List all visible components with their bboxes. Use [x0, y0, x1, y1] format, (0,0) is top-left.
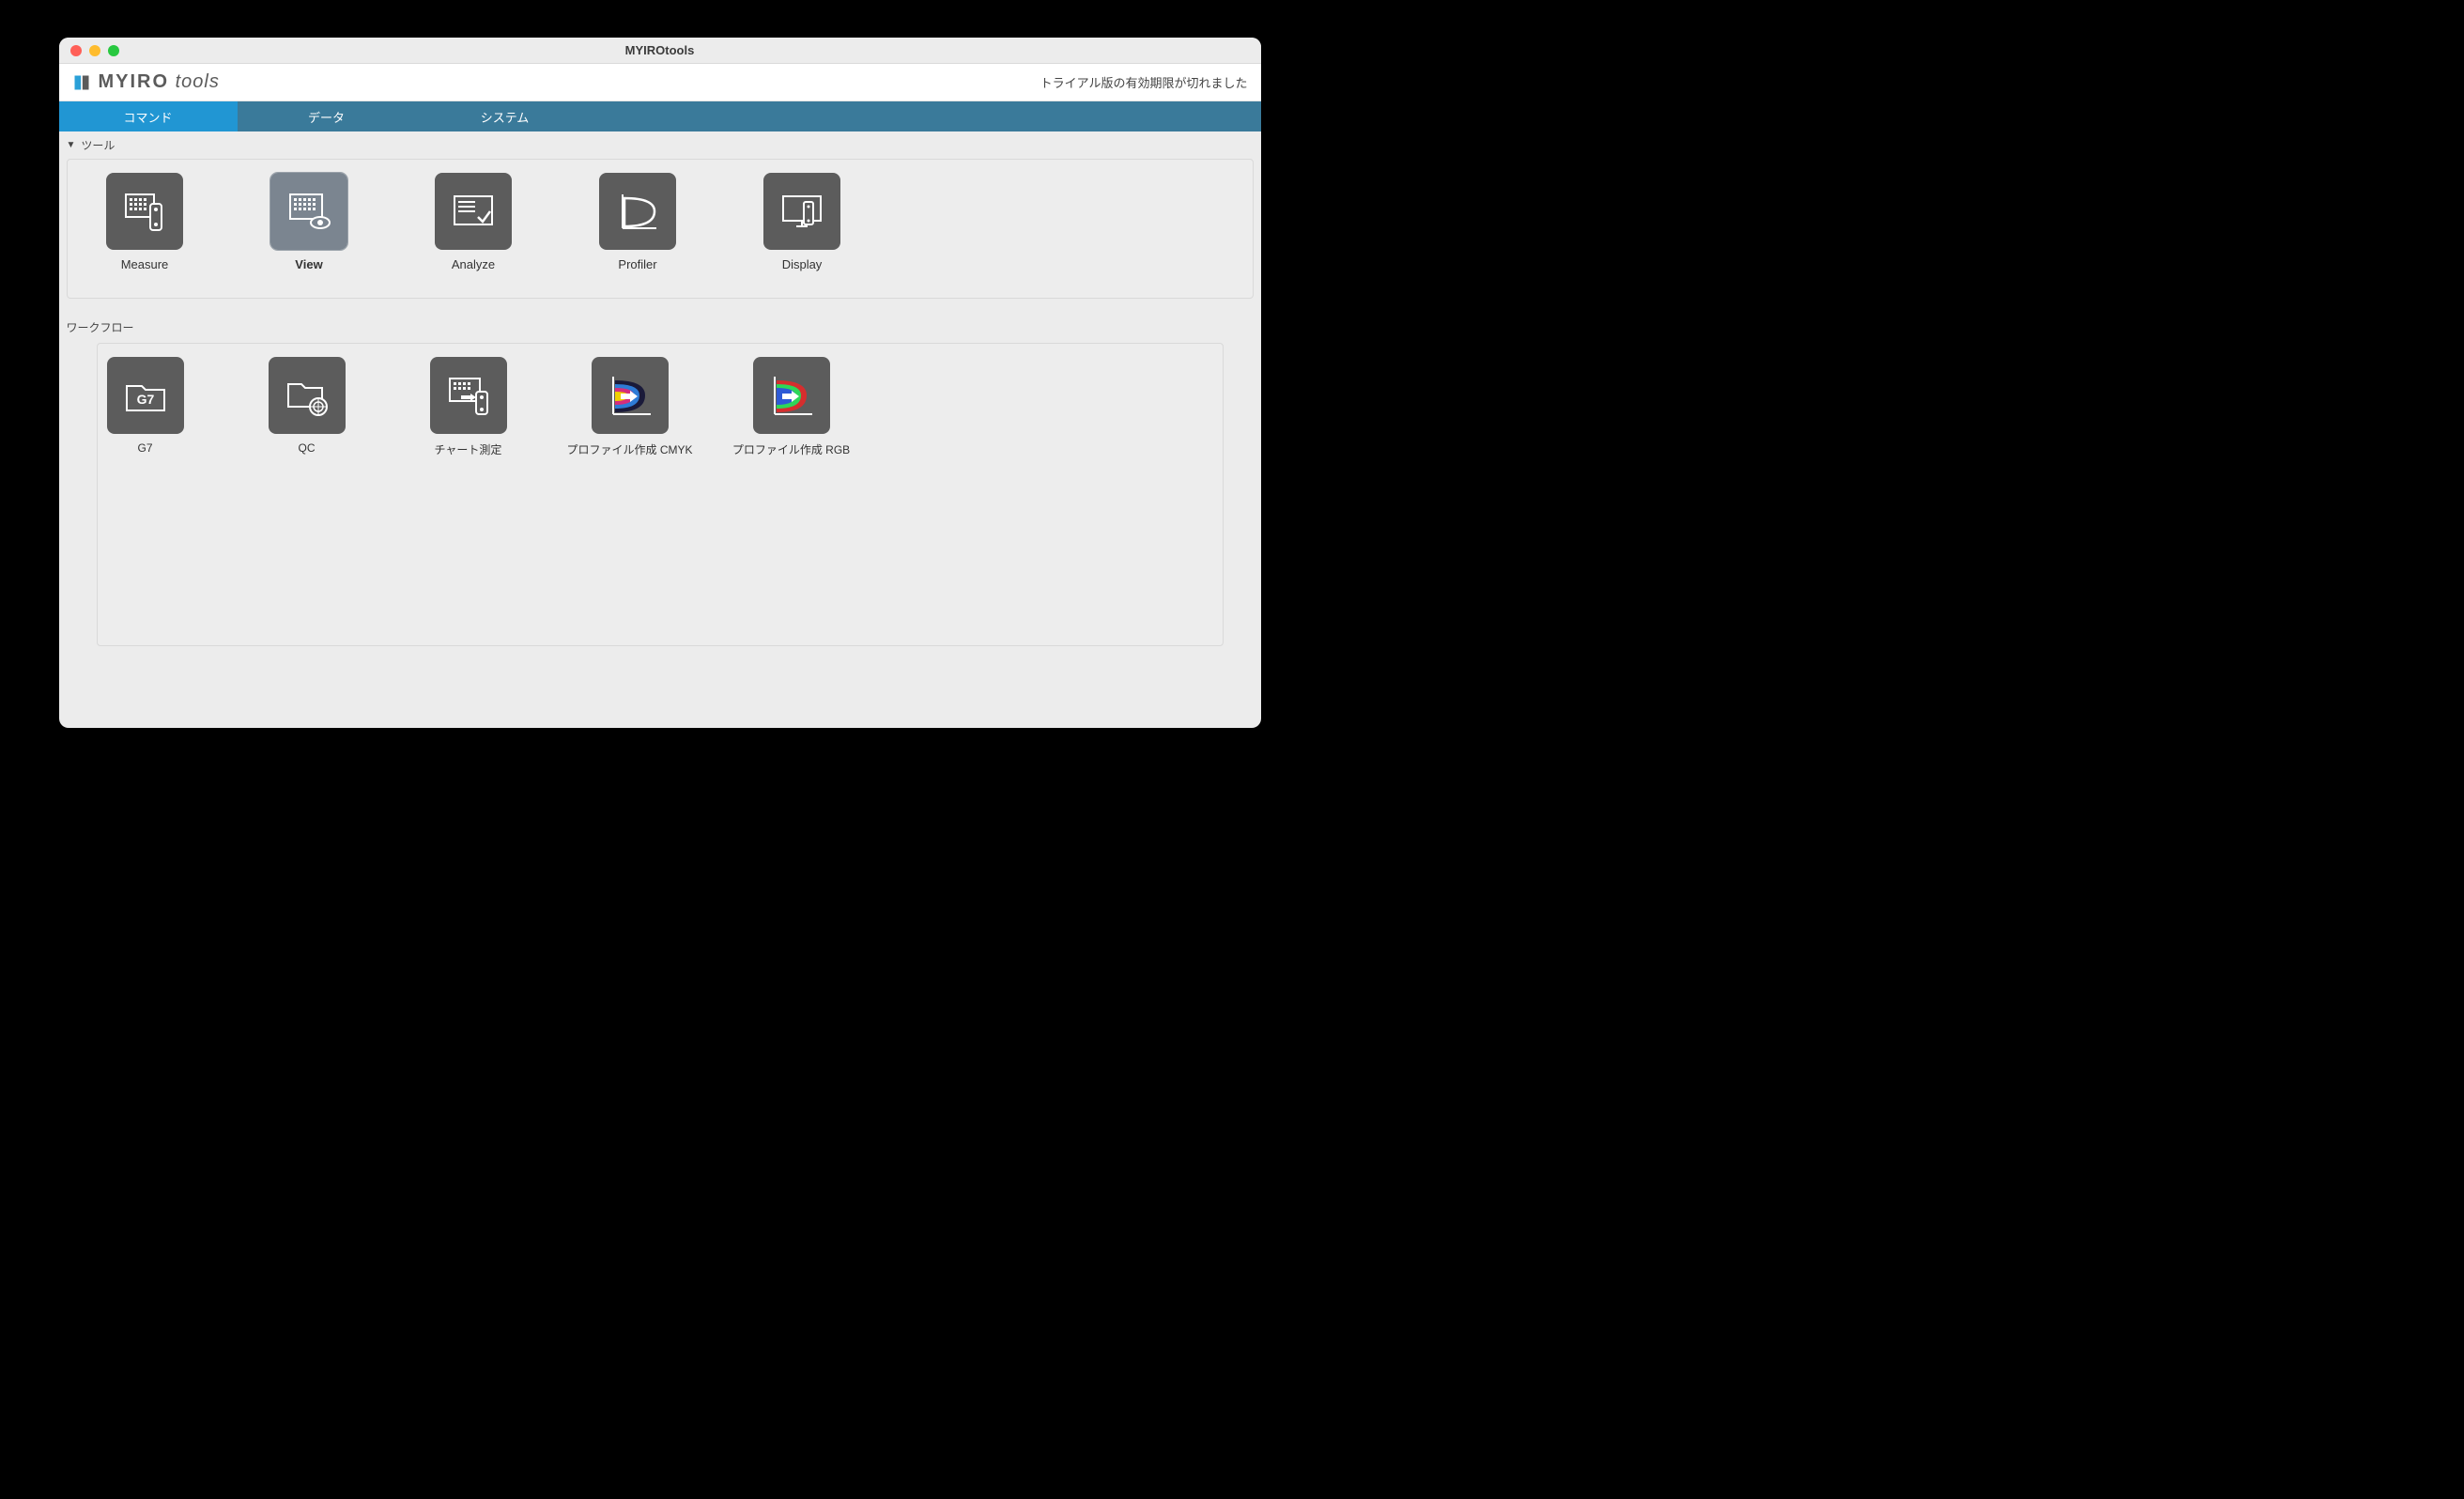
- titlebar: MYIROtools: [59, 38, 1261, 64]
- qc-label: QC: [299, 441, 316, 455]
- workflow-chart-measure[interactable]: チャート測定: [430, 357, 507, 457]
- minimize-button[interactable]: [89, 45, 100, 56]
- close-button[interactable]: [70, 45, 82, 56]
- workflow-panel: G7 G7 QC: [97, 343, 1224, 646]
- app-window: MYIROtools MYIRO tools トライアル版の有効期限が切れました…: [59, 38, 1261, 728]
- window-title: MYIROtools: [59, 43, 1261, 57]
- content-area: ▼ ツール: [59, 131, 1261, 728]
- traffic-lights: [59, 45, 119, 56]
- brand-logo-icon: [72, 73, 91, 92]
- trial-expired-text: トライアル版の有効期限が切れました: [1040, 73, 1248, 91]
- workflow-profile-cmyk[interactable]: プロファイル作成 CMYK: [592, 357, 669, 457]
- g7-folder-icon: G7: [107, 357, 184, 434]
- brand-text: MYIRO tools: [99, 71, 220, 93]
- tab-data[interactable]: データ: [238, 101, 416, 131]
- analyze-icon: [435, 173, 512, 250]
- tools-section-label: ツール: [81, 137, 115, 153]
- tab-bar: コマンド データ システム: [59, 101, 1261, 131]
- workflow-g7[interactable]: G7 G7: [107, 357, 184, 457]
- brand-name-bold: MYIRO: [99, 71, 170, 92]
- chart-measure-label: チャート測定: [435, 441, 502, 457]
- measure-label: Measure: [121, 257, 169, 271]
- profile-rgb-label: プロファイル作成 RGB: [732, 441, 850, 457]
- svg-text:G7: G7: [136, 392, 154, 407]
- qc-folder-icon: [269, 357, 346, 434]
- measure-icon: [106, 173, 183, 250]
- analyze-label: Analyze: [452, 257, 495, 271]
- tool-measure[interactable]: Measure: [105, 173, 185, 271]
- tool-view[interactable]: View: [270, 173, 349, 271]
- brand-name-sub: tools: [176, 71, 220, 92]
- g7-label: G7: [137, 441, 152, 455]
- view-icon: [270, 173, 347, 250]
- workflow-profile-rgb[interactable]: プロファイル作成 RGB: [753, 357, 830, 457]
- chart-measure-icon: [430, 357, 507, 434]
- maximize-button[interactable]: [108, 45, 119, 56]
- display-icon: [763, 173, 840, 250]
- tab-command[interactable]: コマンド: [59, 101, 238, 131]
- brand-left: MYIRO tools: [72, 71, 220, 93]
- tools-panel: Measure View: [67, 159, 1254, 299]
- tab-system[interactable]: システム: [416, 101, 594, 131]
- profiler-label: Profiler: [618, 257, 656, 271]
- tool-profiler[interactable]: Profiler: [598, 173, 678, 271]
- profiler-icon: [599, 173, 676, 250]
- brand-bar: MYIRO tools トライアル版の有効期限が切れました: [59, 64, 1261, 101]
- tool-display[interactable]: Display: [762, 173, 842, 271]
- profile-rgb-icon: [753, 357, 830, 434]
- view-label: View: [295, 257, 322, 271]
- profile-cmyk-icon: [592, 357, 669, 434]
- workflow-section-label: ワークフロー: [59, 316, 1261, 343]
- tool-analyze[interactable]: Analyze: [434, 173, 514, 271]
- tools-section-header[interactable]: ▼ ツール: [59, 131, 1261, 159]
- workflow-qc[interactable]: QC: [269, 357, 346, 457]
- profile-cmyk-label: プロファイル作成 CMYK: [567, 441, 693, 457]
- disclosure-triangle-icon: ▼: [67, 140, 76, 150]
- display-label: Display: [782, 257, 823, 271]
